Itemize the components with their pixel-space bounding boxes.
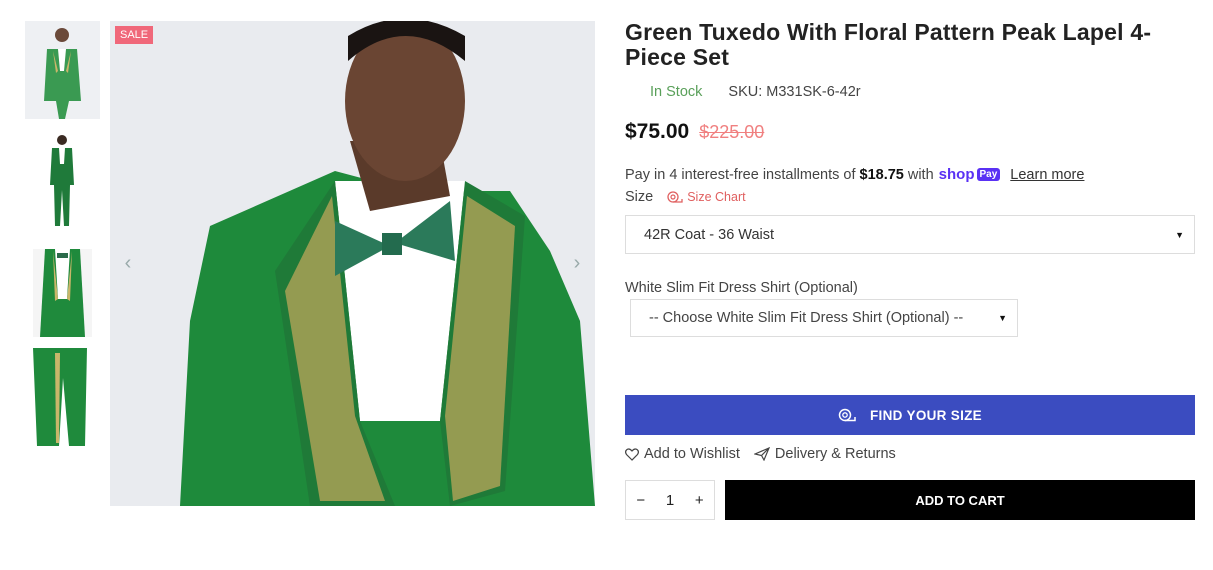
product-meta: In Stock SKU: M331SK-6-42r (625, 84, 1195, 100)
caret-down-icon: ▼ (1175, 229, 1184, 240)
shirt-select-value: -- Choose White Slim Fit Dress Shirt (Op… (649, 310, 964, 326)
product-info: Green Tuxedo With Floral Pattern Peak La… (625, 19, 1195, 520)
old-price: $225.00 (699, 122, 765, 142)
add-to-wishlist-link[interactable]: Add to Wishlist (625, 446, 740, 462)
shirt-option-label: White Slim Fit Dress Shirt (Optional) (625, 280, 858, 296)
quantity-value[interactable]: 1 (666, 492, 674, 509)
product-sku: SKU: M331SK-6-42r (728, 84, 861, 100)
delivery-returns-link[interactable]: Delivery & Returns (753, 446, 896, 462)
thumbnail-list (25, 21, 100, 457)
measuring-tape-icon (838, 408, 856, 422)
size-select[interactable]: 42R Coat - 36 Waist ▼ (625, 215, 1195, 254)
thumbnail-3-image (25, 239, 100, 337)
thumbnail-2[interactable] (25, 130, 100, 228)
installments-with: with (907, 166, 934, 183)
quantity-increase-button[interactable]: + (695, 492, 704, 509)
installments-info: Pay in 4 interest-free installments of $… (625, 166, 1195, 183)
stock-status: In Stock (650, 84, 703, 100)
size-label: Size (625, 189, 654, 205)
thumbnail-3[interactable] (25, 239, 100, 337)
quantity-decrease-button[interactable]: − (636, 492, 645, 509)
chevron-left-icon[interactable]: ‹ (118, 253, 138, 273)
find-your-size-label: FIND YOUR SIZE (870, 407, 982, 423)
secondary-links: Add to Wishlist Delivery & Returns (625, 446, 896, 462)
wishlist-label: Add to Wishlist (644, 446, 740, 462)
delivery-label: Delivery & Returns (774, 446, 896, 462)
shirt-select[interactable]: -- Choose White Slim Fit Dress Shirt (Op… (630, 299, 1018, 337)
thumbnail-1[interactable] (25, 21, 100, 119)
main-product-image[interactable]: SALE ‹ › (110, 21, 595, 506)
size-row: Size Size Chart (625, 189, 1195, 205)
shop-pay-logo: shop (938, 166, 975, 183)
product-photo (110, 21, 595, 506)
learn-more-link[interactable]: Learn more (1010, 167, 1084, 183)
add-to-cart-button[interactable]: ADD TO CART (725, 480, 1195, 520)
size-chart-label: Size Chart (687, 190, 746, 204)
shop-pay-badge: Pay (976, 168, 1001, 181)
measuring-tape-icon (667, 190, 683, 203)
sale-badge: SALE (115, 26, 154, 44)
installments-text: Pay in 4 interest-free installments of (625, 166, 856, 183)
paper-plane-icon (753, 447, 770, 461)
product-title: Green Tuxedo With Floral Pattern Peak La… (625, 19, 1152, 70)
thumbnail-4[interactable] (25, 348, 100, 446)
chevron-right-icon[interactable]: › (567, 253, 587, 273)
caret-down-icon: ▼ (998, 313, 1007, 323)
thumbnail-4-image (25, 348, 100, 446)
find-your-size-button[interactable]: FIND YOUR SIZE (625, 395, 1195, 435)
thumbnail-2-image (25, 130, 100, 228)
installment-amount: $18.75 (859, 166, 904, 183)
thumbnail-1-image (25, 21, 100, 119)
current-price: $75.00 (625, 120, 690, 143)
size-chart-link[interactable]: Size Chart (667, 190, 746, 204)
add-to-cart-label: ADD TO CART (915, 492, 1005, 508)
heart-icon (625, 447, 639, 461)
quantity-stepper: − 1 + (625, 480, 715, 520)
size-select-value: 42R Coat - 36 Waist (644, 226, 775, 243)
price-block: $75.00 $225.00 (625, 120, 1195, 144)
